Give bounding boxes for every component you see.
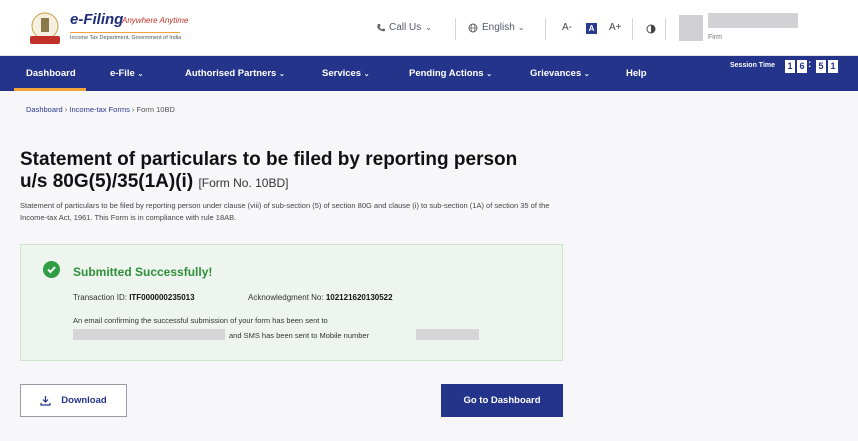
go-to-dashboard-label: Go to Dashboard: [463, 395, 541, 406]
globe-icon: [468, 23, 478, 32]
nav-services-label: Services: [322, 68, 362, 79]
success-title: Submitted Successfully!: [73, 265, 213, 279]
main-nav: Dashboard e-File ⌄ Authorised Partners ⌄…: [0, 56, 858, 91]
check-circle-icon: [43, 261, 60, 278]
nav-help[interactable]: Help: [626, 68, 647, 79]
font-increase-button[interactable]: A+: [609, 22, 622, 33]
nav-grievances-label: Grievances: [530, 68, 582, 79]
acknowledgment-label: Acknowledgment No:: [248, 293, 324, 302]
sms-confirmation-text: and SMS has been sent to Mobile number: [229, 331, 370, 340]
page-title: Statement of particulars to be filed by …: [20, 149, 518, 170]
section-ref: u/s 80G(5)/35(1A)(i): [20, 171, 194, 192]
phone-icon: [377, 23, 385, 31]
email-redacted: [73, 329, 225, 340]
form-number: [Form No. 10BD]: [198, 176, 289, 190]
chevron-down-icon: ⌄: [583, 71, 590, 78]
breadcrumb-dashboard[interactable]: Dashboard: [26, 105, 63, 114]
header-divider: [632, 18, 633, 40]
nav-pending-actions-label: Pending Actions: [409, 68, 484, 79]
chevron-down-icon: ⌄: [278, 71, 285, 78]
acknowledgment-value: 102121620130522: [325, 293, 393, 302]
header-divider: [545, 18, 546, 40]
session-colon: :: [808, 59, 812, 70]
download-icon: [40, 396, 51, 406]
session-digit: 5: [816, 60, 826, 73]
nav-authorised-partners-label: Authorised Partners: [185, 68, 277, 79]
logo-divider: [70, 32, 180, 33]
logo-subtitle: Income Tax Department, Government of Ind…: [70, 35, 182, 41]
breadcrumb-current: Form 10BD: [136, 105, 175, 114]
nav-efile-label: e-File: [110, 68, 135, 79]
language-dropdown[interactable]: English ⌄: [468, 22, 525, 33]
email-confirmation-text: An email confirming the successful submi…: [73, 316, 328, 325]
efiling-logo[interactable]: e-Filing Anywhere Anytime Income Tax Dep…: [26, 10, 196, 48]
acknowledgment-no: Acknowledgment No: 102121620130522: [248, 293, 393, 302]
transaction-id-value: ITF000000235013: [129, 293, 195, 302]
mobile-redacted: [416, 329, 479, 340]
chevron-down-icon: ⌄: [486, 71, 493, 78]
avatar[interactable]: [679, 15, 703, 41]
nav-services[interactable]: Services ⌄: [322, 68, 370, 79]
session-digit: 1: [785, 60, 795, 73]
page-description: Statement of particulars to be filed by …: [20, 201, 550, 222]
nav-grievances[interactable]: Grievances ⌄: [530, 68, 590, 79]
user-role: Firm: [708, 34, 722, 41]
contrast-icon[interactable]: [646, 24, 656, 34]
user-name-redacted[interactable]: [708, 13, 798, 28]
session-digit: 6: [797, 60, 807, 73]
go-to-dashboard-button[interactable]: Go to Dashboard: [441, 384, 563, 417]
header-divider: [455, 18, 456, 40]
transaction-id-label: Transaction ID:: [73, 293, 127, 302]
nav-pending-actions[interactable]: Pending Actions ⌄: [409, 68, 492, 79]
breadcrumb-income-tax-forms[interactable]: Income-tax Forms: [69, 105, 129, 114]
page-title-line2: u/s 80G(5)/35(1A)(i) [Form No. 10BD]: [20, 171, 288, 193]
header-divider: [665, 18, 666, 40]
top-header: e-Filing Anywhere Anytime Income Tax Dep…: [0, 0, 858, 56]
chevron-down-icon: ⌄: [363, 71, 370, 78]
logo-title: e-Filing: [70, 11, 124, 28]
logo-tagline: Anywhere Anytime: [122, 16, 189, 25]
nav-dashboard[interactable]: Dashboard: [26, 68, 76, 79]
success-card: Submitted Successfully! Transaction ID: …: [20, 244, 563, 361]
language-label: English: [482, 22, 515, 33]
nav-authorised-partners[interactable]: Authorised Partners ⌄: [185, 68, 285, 79]
chevron-down-icon: ⌄: [517, 23, 525, 32]
call-us-dropdown[interactable]: Call Us ⌄: [376, 22, 432, 33]
call-us-label: Call Us: [389, 22, 422, 33]
font-default-button[interactable]: A: [586, 23, 597, 34]
chevron-down-icon: ⌄: [425, 23, 432, 32]
session-time-label: Session Time: [730, 62, 776, 69]
session-digit: 1: [828, 60, 838, 73]
nav-efile[interactable]: e-File ⌄: [110, 68, 143, 79]
font-decrease-button[interactable]: A-: [562, 22, 572, 33]
transaction-id: Transaction ID: ITF000000235013: [73, 293, 195, 302]
emblem-icon: [30, 12, 60, 44]
breadcrumb: Dashboard › Income-tax Forms › Form 10BD: [26, 105, 175, 114]
download-label: Download: [61, 395, 107, 406]
download-button[interactable]: Download: [20, 384, 127, 417]
chevron-down-icon: ⌄: [137, 71, 144, 78]
